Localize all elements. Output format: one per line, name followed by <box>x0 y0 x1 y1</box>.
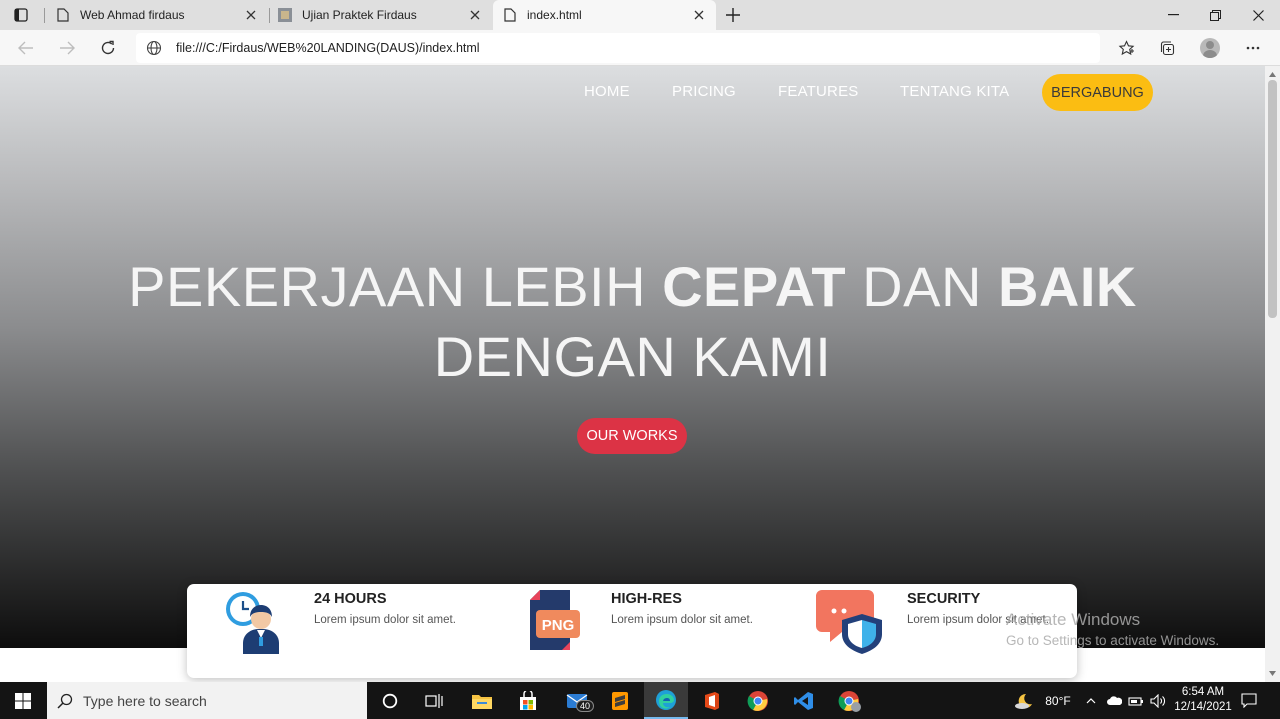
our-works-button[interactable]: OUR WORKS <box>577 418 687 454</box>
headline-line-2: DENGAN KAMI <box>433 325 832 388</box>
edge-browser-icon[interactable] <box>644 682 688 719</box>
clock-time: 6:54 AM <box>1181 686 1225 698</box>
site-nav: HOME PRICING FEATURES TENTANG KITA BERGA… <box>0 66 1265 118</box>
feature-description: Lorem ipsum dolor sit amet. <box>314 614 456 626</box>
feature-title: 24 HOURS <box>314 591 387 607</box>
battery-network-icon[interactable] <box>1125 682 1147 719</box>
windows-taskbar: Type here to search 40 80°F 6:54 AM 12/1… <box>0 682 1280 719</box>
microsoft-store-icon[interactable] <box>506 682 550 719</box>
feature-description: Lorem ipsum dolor sit amet. <box>611 614 753 626</box>
collections-icon[interactable] <box>1155 36 1179 60</box>
watermark-subtitle: Go to Settings to activate Windows. <box>1006 633 1220 648</box>
close-window-icon[interactable] <box>1237 0 1279 30</box>
headline-line-1: PEKERJAAN LEBIH CEPAT DAN BAIK <box>128 255 1137 318</box>
feature-title: SECURITY <box>907 591 981 607</box>
scroll-up-icon[interactable] <box>1268 70 1277 78</box>
back-icon[interactable] <box>14 36 38 60</box>
nav-pricing[interactable]: PRICING <box>672 83 736 100</box>
globe-icon <box>146 40 162 56</box>
more-options-icon[interactable] <box>1241 36 1265 60</box>
mail-icon[interactable]: 40 <box>552 682 602 719</box>
new-tab-icon[interactable] <box>723 5 743 25</box>
tab-bar: Web Ahmad firdaus Ujian Praktek Firdaus … <box>0 0 1280 30</box>
show-hidden-icons-chevron-icon[interactable] <box>1082 682 1100 719</box>
tab-title: index.html <box>527 8 582 22</box>
feature-title: HIGH-RES <box>611 591 682 607</box>
onedrive-cloud-icon[interactable] <box>1103 682 1125 719</box>
tab-title: Web Ahmad firdaus <box>80 8 185 22</box>
nav-features[interactable]: FEATURES <box>778 83 859 100</box>
png-file-icon: PNG <box>530 590 580 650</box>
close-tab-icon[interactable] <box>468 8 482 22</box>
tab-title: Ujian Praktek Firdaus <box>302 8 417 22</box>
url-text: file:///C:/Firdaus/WEB%20LANDING(DAUS)/i… <box>176 41 480 55</box>
vscode-icon[interactable] <box>782 682 826 719</box>
hero-section: HOME PRICING FEATURES TENTANG KITA BERGA… <box>0 66 1265 648</box>
restore-icon[interactable] <box>1194 0 1236 30</box>
security-shield-icon <box>816 590 882 654</box>
close-tab-icon[interactable] <box>692 8 706 22</box>
forward-icon[interactable] <box>55 36 79 60</box>
page-icon <box>56 8 70 22</box>
weather-temperature[interactable]: 80°F <box>1040 682 1076 719</box>
close-tab-icon[interactable] <box>244 8 258 22</box>
nav-tentang-kita[interactable]: TENTANG KITA <box>900 83 1009 100</box>
tab-index-html[interactable]: index.html <box>493 0 716 30</box>
profile-avatar[interactable] <box>1198 36 1222 60</box>
tab-ujian-praktek[interactable]: Ujian Praktek Firdaus <box>270 0 492 30</box>
page-scrollbar[interactable] <box>1265 66 1280 682</box>
activate-windows-watermark: Activate Windows Go to Settings to activ… <box>1006 610 1219 648</box>
volume-icon[interactable] <box>1147 682 1169 719</box>
sublime-text-icon[interactable] <box>598 682 642 719</box>
hero-headline: PEKERJAAN LEBIH CEPAT DAN BAIK DENGAN KA… <box>0 252 1265 392</box>
scroll-down-icon[interactable] <box>1268 669 1277 677</box>
favorites-star-icon[interactable] <box>1114 36 1138 60</box>
weather-moon-icon[interactable] <box>1010 682 1038 719</box>
nav-home[interactable]: HOME <box>584 83 630 100</box>
tab-actions-icon[interactable] <box>10 6 32 24</box>
address-bar-row: file:///C:/Firdaus/WEB%20LANDING(DAUS)/i… <box>0 30 1280 66</box>
page-viewport: HOME PRICING FEATURES TENTANG KITA BERGA… <box>0 66 1265 682</box>
support-agent-icon <box>226 592 279 654</box>
join-button[interactable]: BERGABUNG <box>1042 74 1153 111</box>
tab-web-ahmad-firdaus[interactable]: Web Ahmad firdaus <box>46 0 268 30</box>
page-icon <box>503 8 517 22</box>
feature-high-res: PNG HIGH-RES Lorem ipsum dolor sit amet. <box>487 584 787 678</box>
feature-24-hours: 24 HOURS Lorem ipsum dolor sit amet. <box>187 584 487 678</box>
task-view-icon[interactable] <box>412 682 456 719</box>
notifications-icon[interactable] <box>1236 682 1262 719</box>
chrome-icon[interactable] <box>736 682 780 719</box>
png-badge-text: PNG <box>542 617 575 634</box>
thumbnail-icon <box>278 8 292 22</box>
office-icon[interactable] <box>690 682 734 719</box>
features-card: 24 HOURS Lorem ipsum dolor sit amet. PNG… <box>187 584 1077 678</box>
mail-badge: 40 <box>576 700 595 712</box>
search-placeholder: Type here to search <box>83 692 207 709</box>
refresh-icon[interactable] <box>96 36 120 60</box>
windows-start-icon[interactable] <box>0 682 46 719</box>
chrome-profile-icon[interactable] <box>828 682 872 719</box>
minimize-icon[interactable] <box>1152 0 1194 30</box>
tab-separator <box>44 8 45 23</box>
search-icon <box>57 693 73 709</box>
taskbar-search-field[interactable]: Type here to search <box>47 682 367 719</box>
watermark-title: Activate Windows <box>1006 610 1141 629</box>
taskbar-clock[interactable]: 6:54 AM 12/14/2021 <box>1172 685 1234 715</box>
scroll-thumb[interactable] <box>1268 80 1277 318</box>
clock-date: 12/14/2021 <box>1174 701 1232 713</box>
cortana-icon[interactable] <box>368 682 412 719</box>
file-explorer-icon[interactable] <box>460 682 504 719</box>
url-field[interactable]: file:///C:/Firdaus/WEB%20LANDING(DAUS)/i… <box>136 33 1100 63</box>
